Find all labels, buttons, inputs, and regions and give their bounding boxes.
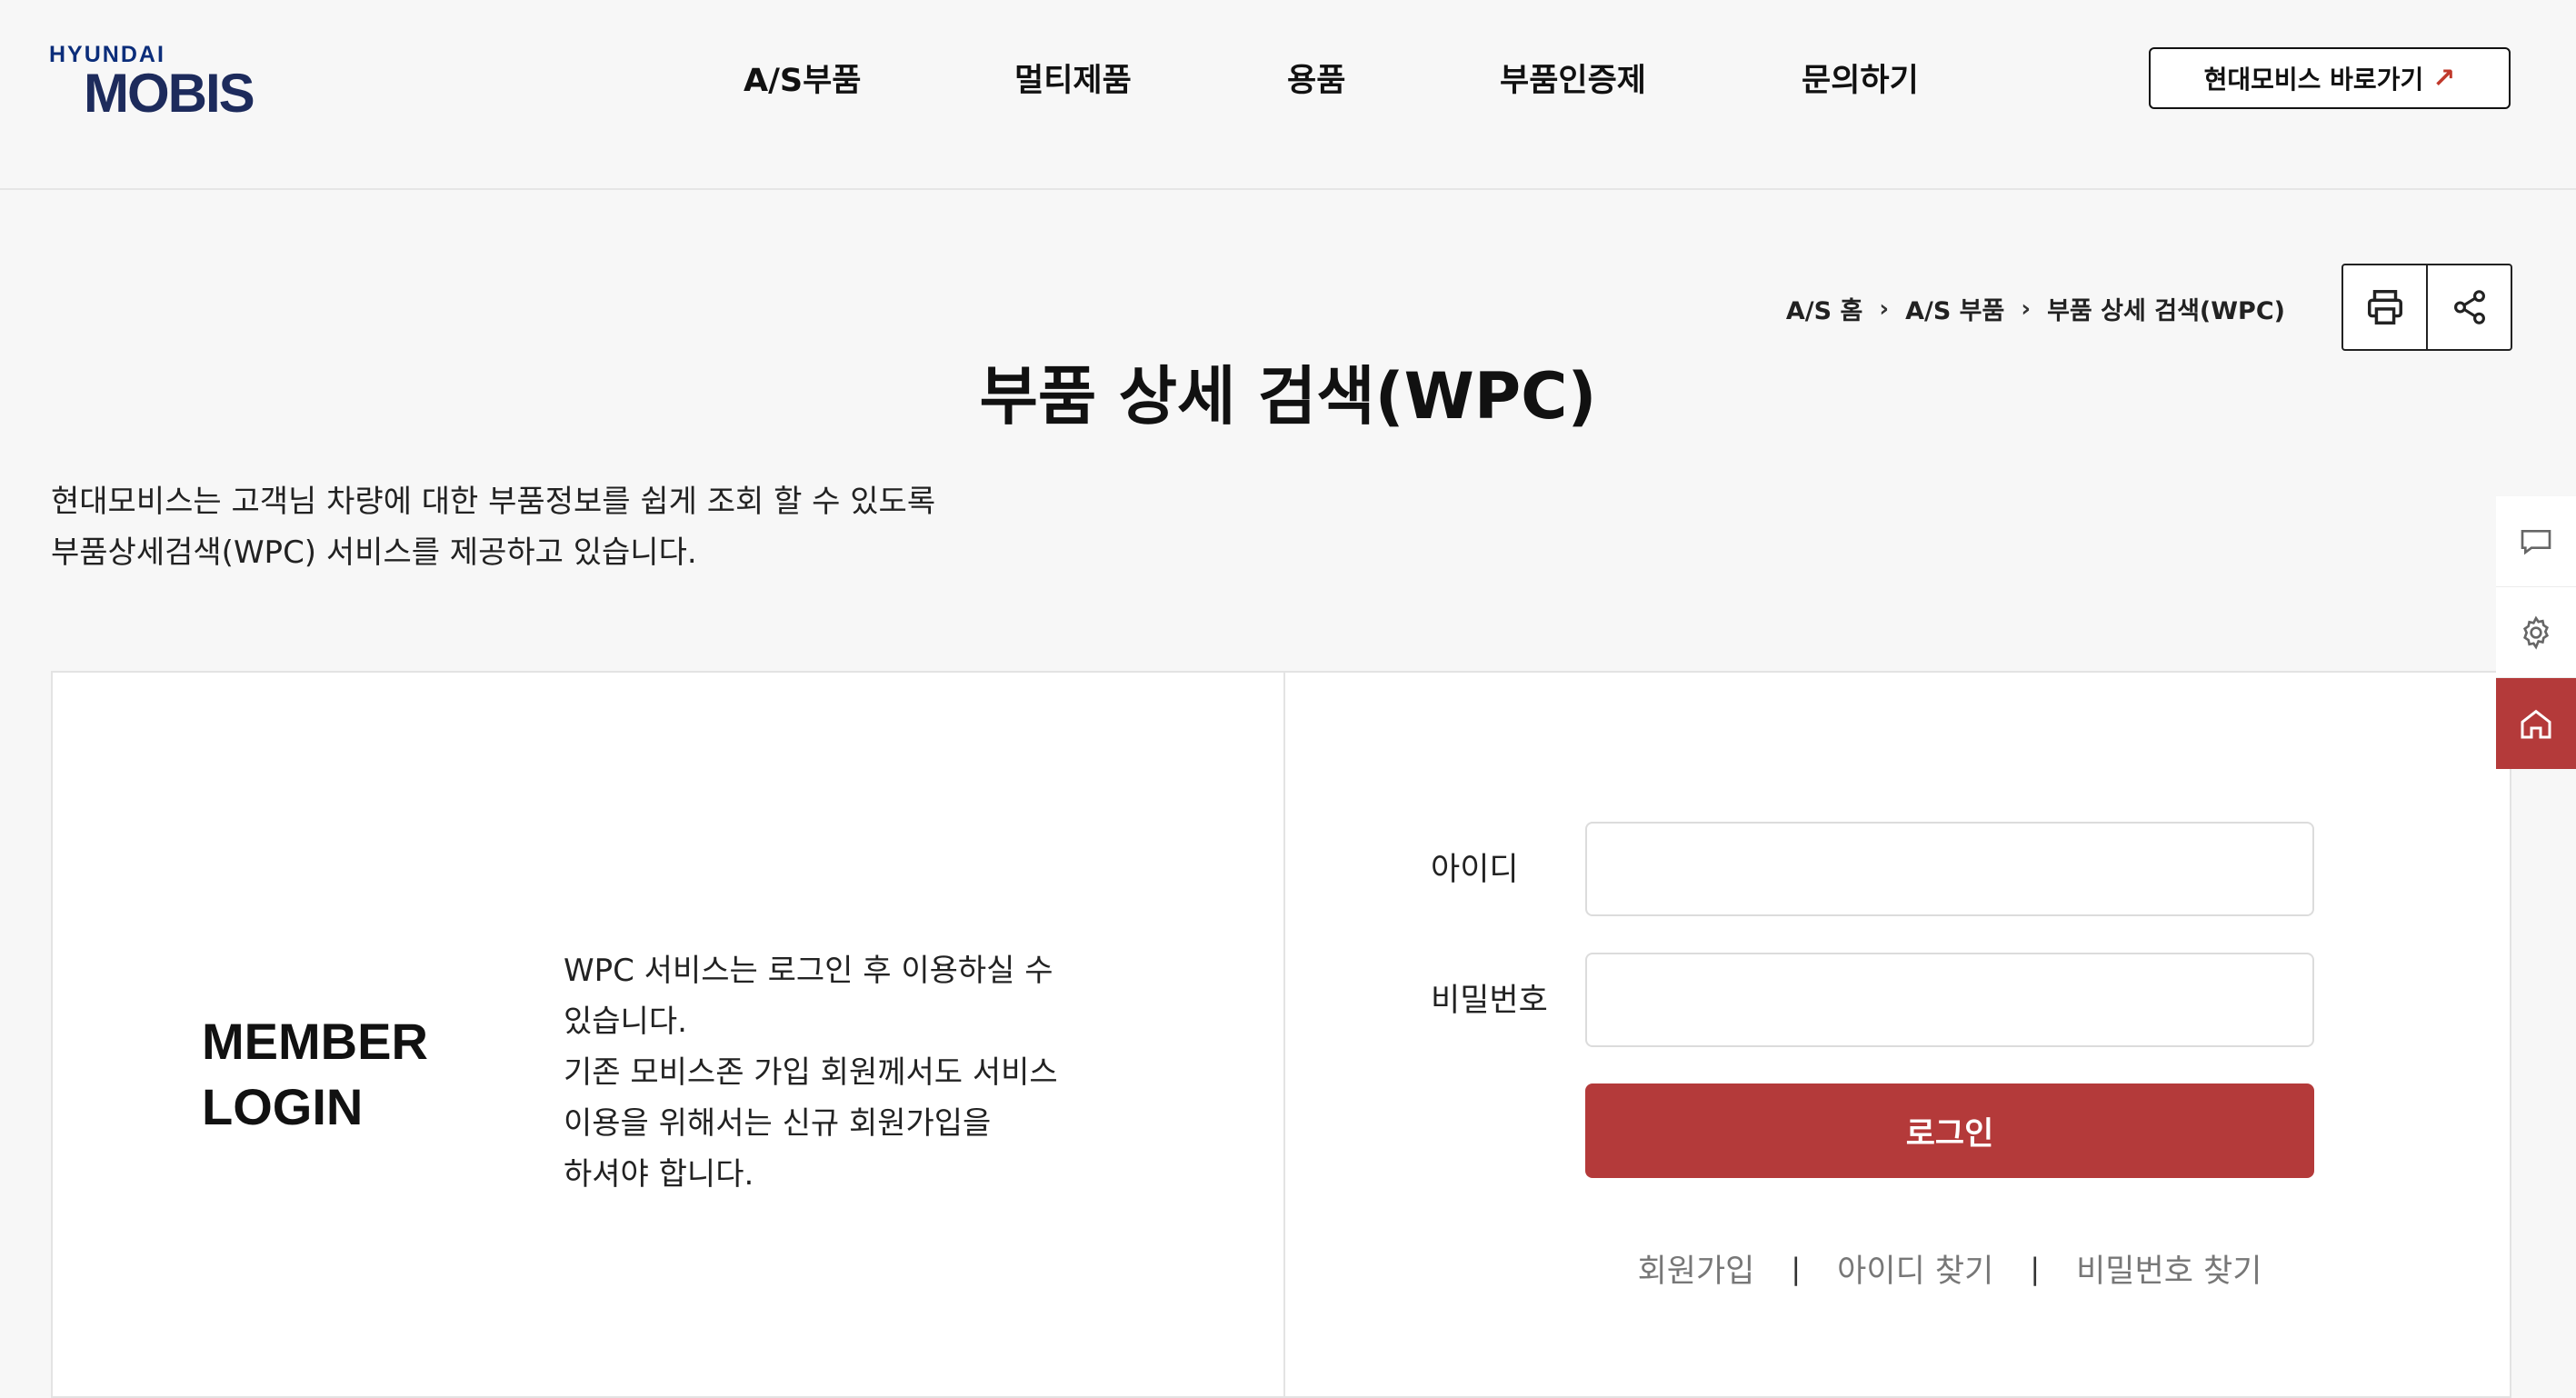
breadcrumb: A/S 홈 › A/S 부품 › 부품 상세 검색(WPC) — [1786, 291, 2285, 326]
page-title: 부품 상세 검색(WPC) — [979, 359, 1597, 434]
breadcrumb-as-parts[interactable]: A/S 부품 — [1905, 291, 2004, 326]
member-heading-line-1: MEMBER — [202, 1013, 428, 1070]
breadcrumb-home[interactable]: A/S 홈 — [1786, 291, 1862, 326]
quick-settings-button[interactable] — [2496, 587, 2576, 678]
site-header: HYUNDAI MOBIS A/S부품 멀티제품 용품 부품인증제 문의하기 현… — [0, 0, 2576, 190]
login-panel: MEMBER LOGIN WPC 서비스는 로그인 후 이용하실 수 있습니다.… — [51, 671, 2511, 1398]
chevron-right-icon: › — [2021, 295, 2032, 323]
password-input[interactable] — [1585, 953, 2314, 1047]
nav-item-inquiry[interactable]: 문의하기 — [1802, 55, 1919, 101]
breadcrumb-current: 부품 상세 검색(WPC) — [2047, 297, 2285, 325]
id-input[interactable] — [1585, 822, 2314, 916]
find-password-link[interactable]: 비밀번호 찾기 — [2076, 1245, 2261, 1292]
panel-divider — [1283, 673, 1285, 1396]
login-desc-line-1: WPC 서비스는 로그인 후 이용하실 수 — [564, 953, 1053, 989]
chat-icon — [2521, 529, 2551, 554]
quick-chat-button[interactable] — [2496, 496, 2576, 587]
chevron-right-icon: › — [1879, 295, 1890, 323]
link-separator: | — [2030, 1251, 2041, 1286]
login-desc-line-3: 기존 모비스존 가입 회원께서도 서비스 — [564, 1054, 1058, 1091]
login-desc-line-2: 있습니다. — [564, 1004, 687, 1040]
member-login-heading: MEMBER LOGIN — [202, 1009, 428, 1140]
quick-sidebar — [2496, 496, 2576, 769]
member-heading-line-2: LOGIN — [202, 1078, 364, 1135]
password-label: 비밀번호 — [1431, 983, 1548, 1019]
hyundai-mobis-logo[interactable]: HYUNDAI MOBIS — [49, 42, 267, 124]
external-arrow-icon: ↗ — [2432, 62, 2456, 95]
login-desc-line-4: 이용을 위해서는 신규 회원가입을 — [564, 1105, 992, 1142]
login-desc-line-5: 하셔야 합니다. — [564, 1156, 754, 1193]
home-icon — [2521, 709, 2551, 739]
nav-item-parts-certification[interactable]: 부품인증제 — [1500, 55, 1646, 101]
account-links: 회원가입 | 아이디 찾기 | 비밀번호 찾기 — [1585, 1245, 2314, 1292]
find-id-link[interactable]: 아이디 찾기 — [1837, 1245, 1993, 1292]
nav-item-accessories[interactable]: 용품 — [1287, 55, 1345, 101]
page-intro: 현대모비스는 고객님 차량에 대한 부품정보를 쉽게 조회 할 수 있도록 부품… — [51, 476, 935, 578]
nav-item-multi-products[interactable]: 멀티제품 — [1014, 55, 1132, 101]
login-button[interactable]: 로그인 — [1585, 1083, 2314, 1178]
gear-icon — [2522, 615, 2550, 650]
id-label: 아이디 — [1431, 852, 1519, 888]
intro-line-2: 부품상세검색(WPC) 서비스를 제공하고 있습니다. — [51, 534, 697, 571]
share-icon — [2453, 290, 2485, 325]
share-button[interactable] — [2426, 265, 2511, 349]
link-separator: | — [1791, 1251, 1802, 1286]
printer-icon — [2367, 290, 2402, 325]
page-tools — [2341, 264, 2512, 351]
intro-line-1: 현대모비스는 고객님 차량에 대한 부품정보를 쉽게 조회 할 수 있도록 — [51, 484, 936, 520]
mobis-site-link-label: 현대모비스 바로가기 — [2203, 65, 2424, 95]
signup-link[interactable]: 회원가입 — [1638, 1245, 1755, 1292]
mobis-site-link-button[interactable]: 현대모비스 바로가기 ↗ — [2149, 47, 2511, 109]
quick-home-button[interactable] — [2496, 678, 2576, 769]
print-button[interactable] — [2343, 265, 2426, 349]
nav-item-as-parts[interactable]: A/S부품 — [744, 55, 861, 101]
logo-bottom-text: MOBIS — [84, 63, 255, 124]
login-description: WPC 서비스는 로그인 후 이용하실 수 있습니다. 기존 모비스존 가입 회… — [564, 945, 1109, 1200]
